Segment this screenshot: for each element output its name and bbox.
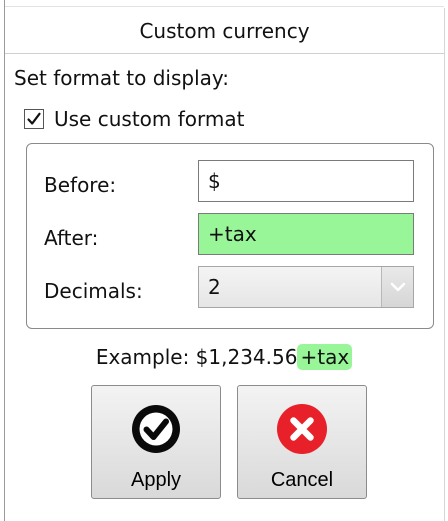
format-prompt-label: Set format to display: (14, 66, 230, 90)
after-input[interactable] (198, 213, 414, 255)
cancel-button-label: Cancel (270, 469, 334, 491)
chevron-down-icon (390, 282, 405, 292)
use-custom-format-checkbox[interactable]: Use custom format (24, 104, 244, 134)
apply-button-label: Apply (130, 469, 182, 491)
cancel-button[interactable]: Cancel (237, 385, 367, 499)
dialog-left-border (4, 0, 5, 521)
dialog-right-border (444, 8, 445, 521)
apply-button[interactable]: Apply (91, 385, 221, 499)
example-suffix: +tax (297, 344, 353, 370)
dialog-title-bar: Custom currency (5, 6, 444, 54)
check-circle-icon (92, 402, 220, 456)
before-label: Before: (44, 173, 117, 197)
dialog-title: Custom currency (139, 19, 310, 43)
decimals-select[interactable]: 2 (198, 266, 414, 308)
decimals-dropdown-button[interactable] (381, 267, 413, 307)
use-custom-format-label: Use custom format (54, 107, 245, 131)
example-prefix: Example: $1,234.56 (95, 345, 298, 369)
checkmark-icon (27, 112, 41, 125)
after-label: After: (44, 226, 99, 250)
decimals-label: Decimals: (44, 279, 143, 303)
decimals-selected-value: 2 (208, 275, 221, 299)
custom-currency-dialog: Custom currency Set format to display: U… (0, 0, 448, 521)
before-input[interactable] (198, 160, 414, 202)
example-preview: Example: $1,234.56 +tax (0, 340, 448, 374)
checkbox-box[interactable] (24, 109, 44, 129)
cancel-x-icon (238, 402, 366, 456)
